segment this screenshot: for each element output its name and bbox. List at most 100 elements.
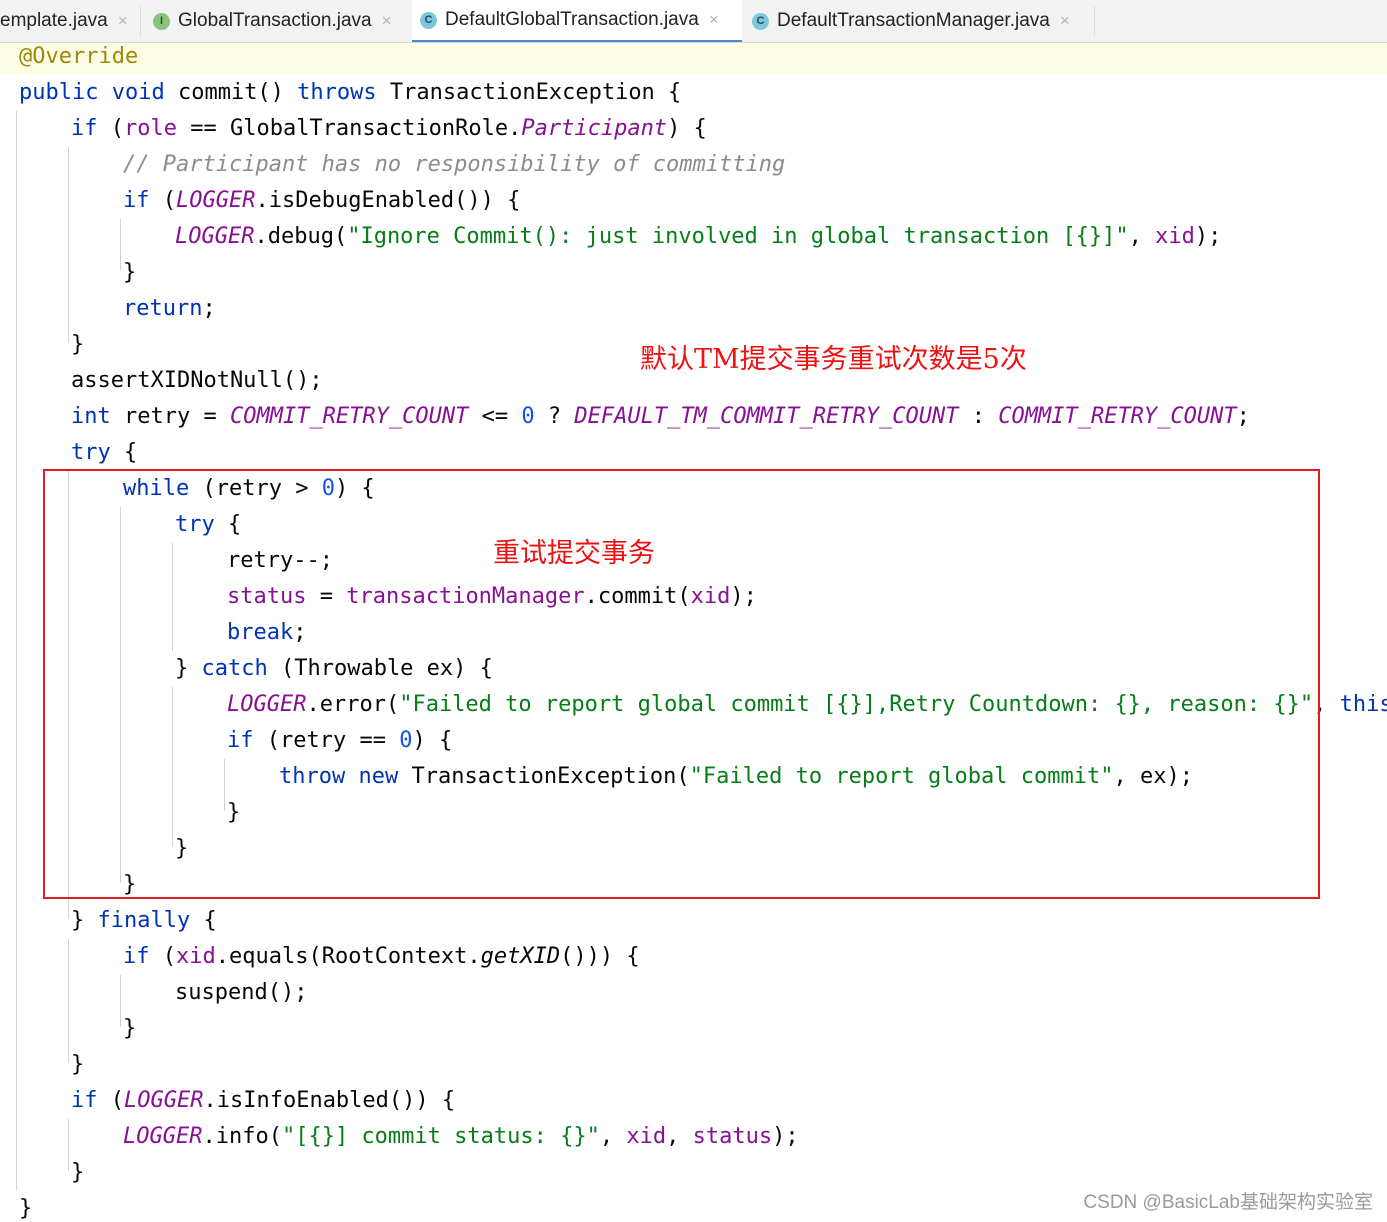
code-line: LOGGER.info("[{}] commit status: {}", xi… [123, 1119, 799, 1155]
comment: // Participant has no responsibility of … [123, 152, 786, 177]
code-line: LOGGER.debug("Ignore Commit(): just invo… [175, 219, 1221, 255]
close-icon[interactable]: × [709, 10, 719, 30]
keyword: int [71, 404, 111, 429]
code-text: commit() [164, 80, 298, 105]
close-icon[interactable]: × [1060, 11, 1070, 31]
static-field: DEFAULT_TM_COMMIT_RETRY_COUNT [574, 404, 959, 429]
field: status [692, 1124, 773, 1149]
class-file-icon: C [752, 12, 769, 30]
interface-file-icon: I [153, 12, 170, 30]
code-text: <= [468, 404, 522, 429]
class-file-icon: C [420, 11, 437, 29]
code-text: { [190, 908, 217, 933]
code-line: } [71, 1155, 84, 1191]
code-text: ( [97, 1088, 124, 1113]
keyword: this [1339, 692, 1387, 717]
code-text: .isDebugEnabled()) { [255, 188, 521, 213]
code-text: ) { [667, 116, 707, 141]
number-literal: 0 [521, 404, 535, 429]
tab-divider [140, 6, 141, 36]
field: xid [1155, 224, 1195, 249]
code-text: .equals(RootContext. [215, 944, 481, 969]
code-line: if (LOGGER.isDebugEnabled()) { [123, 183, 520, 219]
indent-guide [68, 1119, 69, 1171]
keyword: if [71, 1088, 98, 1113]
code-text: ); [1194, 224, 1222, 249]
indent-guide [16, 111, 17, 1191]
code-text: ? [534, 404, 575, 429]
code-text: , [599, 1124, 627, 1149]
code-text: .debug( [254, 224, 348, 249]
static-field: LOGGER [124, 1088, 204, 1113]
static-field: LOGGER [176, 188, 256, 213]
static-field: COMMIT_RETRY_COUNT [229, 404, 469, 429]
tab-default-transaction-manager[interactable]: C DefaultTransactionManager.java × [744, 0, 1094, 42]
keyword: try [71, 440, 111, 465]
field: xid [626, 1124, 667, 1149]
code-text: , [1128, 224, 1156, 249]
code-line: } [123, 1011, 136, 1047]
code-text: ( [149, 188, 176, 213]
code-line: // Participant has no responsibility of … [123, 147, 785, 183]
code-text: retry = [110, 404, 230, 429]
keyword: if [71, 116, 98, 141]
code-line: public void commit() throws TransactionE… [19, 75, 681, 111]
code-text: } [71, 908, 98, 933]
string-literal: "Ignore Commit(): just involved in globa… [347, 224, 1129, 249]
code-line: if (LOGGER.isInfoEnabled()) { [71, 1083, 455, 1119]
static-field: COMMIT_RETRY_COUNT [998, 404, 1237, 429]
field: role [124, 116, 177, 141]
code-line: int retry = COMMIT_RETRY_COUNT <= 0 ? DE… [71, 399, 1250, 435]
tab-label: DefaultGlobalTransaction.java [445, 9, 699, 30]
csdn-watermark: CSDN @BasicLab基础架构实验室 [1083, 1192, 1373, 1213]
code-text: ); [772, 1124, 799, 1149]
keyword: if [123, 944, 150, 969]
code-line: @Override [0, 43, 1387, 75]
tab-default-global-transaction[interactable]: C DefaultGlobalTransaction.java × [412, 0, 742, 42]
code-text: TransactionException { [376, 80, 682, 105]
code-line: } [123, 255, 136, 291]
tab-divider [1094, 6, 1095, 36]
tab-label: DefaultTransactionManager.java [777, 10, 1050, 31]
code-text: } [71, 1052, 85, 1077]
indent-guide [68, 147, 69, 343]
code-line: if (role == GlobalTransactionRole.Partic… [71, 111, 707, 147]
indent-guide [120, 219, 121, 271]
static-field: LOGGER [123, 1124, 203, 1149]
field: xid [176, 944, 216, 969]
code-line: return; [123, 291, 216, 327]
tab-global-transaction[interactable]: I GlobalTransaction.java × [145, 0, 410, 42]
code-text: } [123, 260, 137, 285]
code-line: } finally { [71, 903, 217, 939]
code-text: ())) { [560, 944, 640, 969]
tab-label: GlobalTransaction.java [178, 10, 372, 31]
retry-default-annotation: 默认TM提交事务重试次数是5次 [640, 344, 1027, 375]
close-icon[interactable]: × [382, 11, 392, 31]
code-line: assertXIDNotNull(); [71, 363, 323, 399]
code-text: , [666, 1124, 693, 1149]
keyword: throws [297, 80, 377, 105]
keyword: void [111, 80, 165, 105]
close-icon[interactable]: × [118, 11, 128, 31]
code-line: if (xid.equals(RootContext.getXID())) { [123, 939, 640, 975]
annotation: @Override [19, 44, 139, 69]
code-line: suspend(); [175, 975, 307, 1011]
highlight-box [43, 469, 1320, 899]
code-text: { [110, 440, 138, 465]
tab-template[interactable]: emplate.java × [0, 0, 132, 42]
code-line: } [71, 327, 84, 363]
code-line: } [71, 1047, 84, 1083]
keyword: return [123, 296, 203, 321]
code-text: ( [149, 944, 176, 969]
code-text: ; [1236, 404, 1250, 429]
code-line: } [19, 1191, 32, 1222]
code-text: suspend(); [175, 980, 308, 1005]
tab-label: emplate.java [0, 10, 108, 31]
code-text: .isInfoEnabled()) { [203, 1088, 456, 1113]
code-text: } [71, 1160, 85, 1185]
keyword: if [123, 188, 150, 213]
keyword: finally [97, 908, 191, 933]
code-text: } [19, 1196, 33, 1221]
indent-guide [68, 939, 69, 1063]
